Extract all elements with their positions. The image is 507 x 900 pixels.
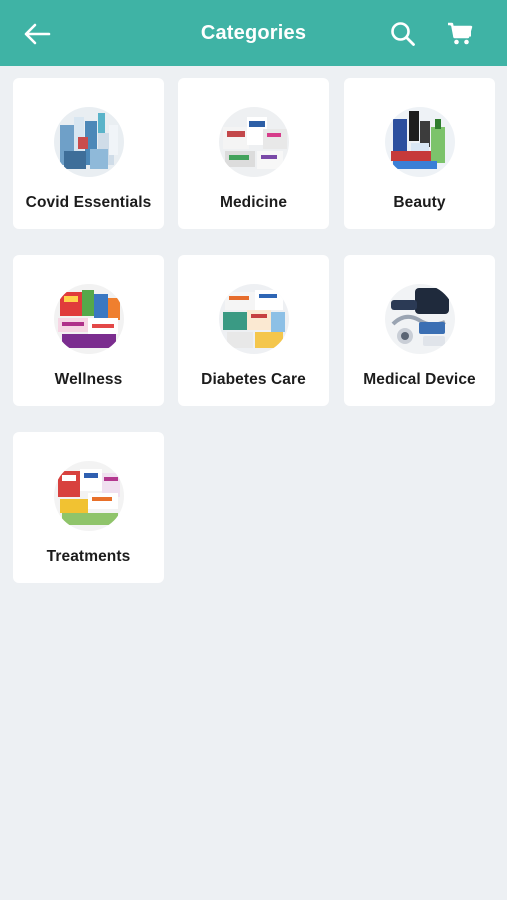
category-card-wellness[interactable]: Wellness [13,255,164,406]
app-bar: Categories [0,0,507,66]
category-card-diabetes-care[interactable]: Diabetes Care [178,255,329,406]
category-card-beauty[interactable]: Beauty [344,78,495,229]
medicine-products-image [219,107,289,177]
category-label: Medicine [219,194,288,211]
wellness-products-image [54,284,124,354]
category-label: Diabetes Care [201,371,306,388]
search-button[interactable] [383,14,423,54]
page-title: Categories [200,22,307,44]
category-label: Medical Device [363,371,476,388]
category-card-medical-device[interactable]: Medical Device [344,255,495,406]
medical-device-products-image [385,284,455,354]
category-card-medicine[interactable]: Medicine [178,78,329,229]
cart-button[interactable] [440,14,480,54]
category-card-covid-essentials[interactable]: Covid Essentials [13,78,164,229]
covid-essentials-products-image [54,107,124,177]
category-label: Wellness [54,371,123,388]
search-icon [391,22,415,46]
category-label: Treatments [46,548,131,565]
beauty-products-image [385,107,455,177]
category-label: Beauty [393,194,446,211]
category-card-treatments[interactable]: Treatments [13,432,164,583]
category-label: Covid Essentials [25,194,152,211]
diabetes-care-products-image [219,284,289,354]
treatments-products-image [54,461,124,531]
cart-icon [448,22,473,45]
